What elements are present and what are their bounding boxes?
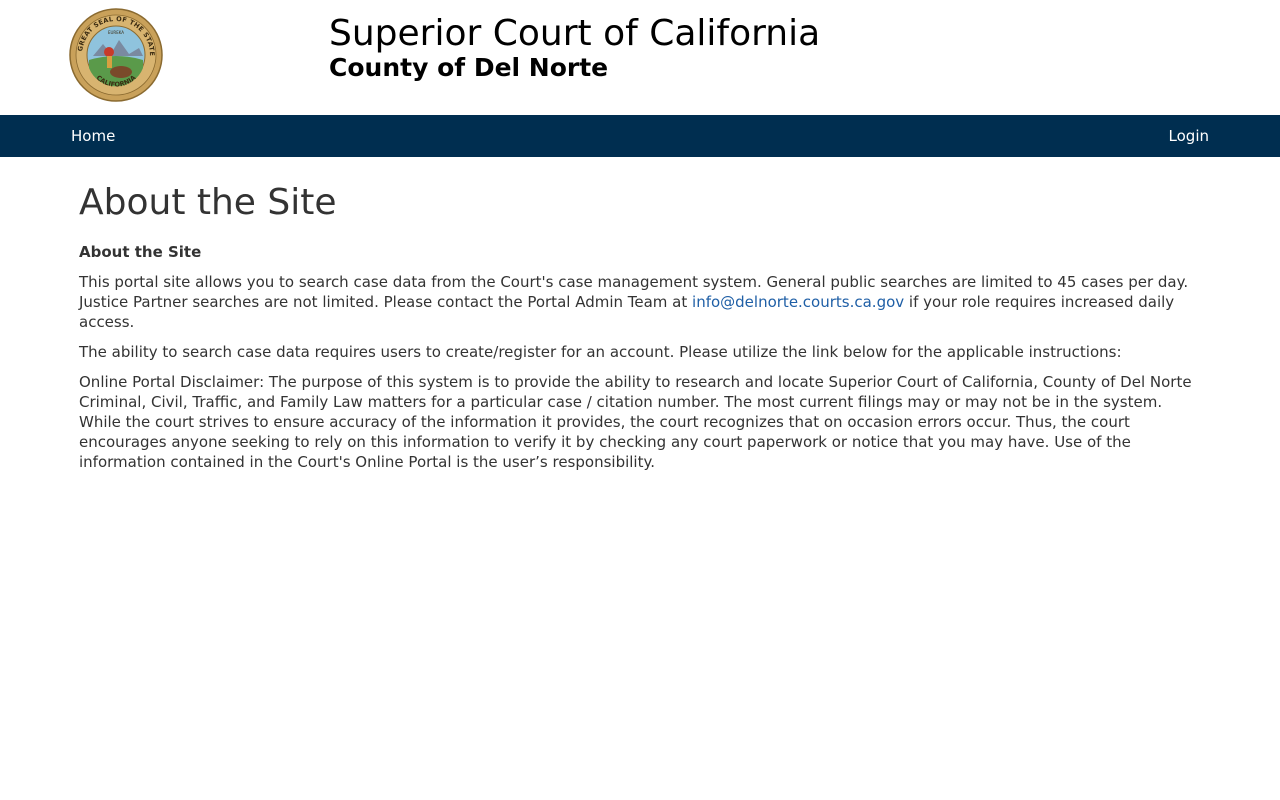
portal-info-paragraph: This portal site allows you to search ca… bbox=[79, 272, 1204, 332]
main-content: About the Site About the Site This porta… bbox=[79, 180, 1204, 472]
california-seal-logo: THE GREAT SEAL OF THE STATE OF CALIFORNI… bbox=[69, 8, 163, 102]
seal-motto: EUREKA bbox=[108, 30, 124, 35]
court-title: Superior Court of California bbox=[329, 13, 821, 54]
section-heading: About the Site bbox=[79, 243, 202, 261]
page-title: About the Site bbox=[79, 182, 337, 223]
court-subtitle: County of Del Norte bbox=[329, 53, 609, 82]
portal-admin-email-link[interactable]: info@delnorte.courts.ca.gov bbox=[692, 293, 904, 311]
disclaimer-paragraph: Online Portal Disclaimer: The purpose of… bbox=[79, 373, 1192, 471]
site-header: THE GREAT SEAL OF THE STATE OF CALIFORNI… bbox=[0, 0, 1280, 115]
nav-login-link[interactable]: Login bbox=[1169, 115, 1209, 157]
top-navbar: Home Login bbox=[0, 115, 1280, 157]
nav-home-link[interactable]: Home bbox=[71, 115, 115, 157]
registration-paragraph: The ability to search case data requires… bbox=[79, 343, 1122, 361]
